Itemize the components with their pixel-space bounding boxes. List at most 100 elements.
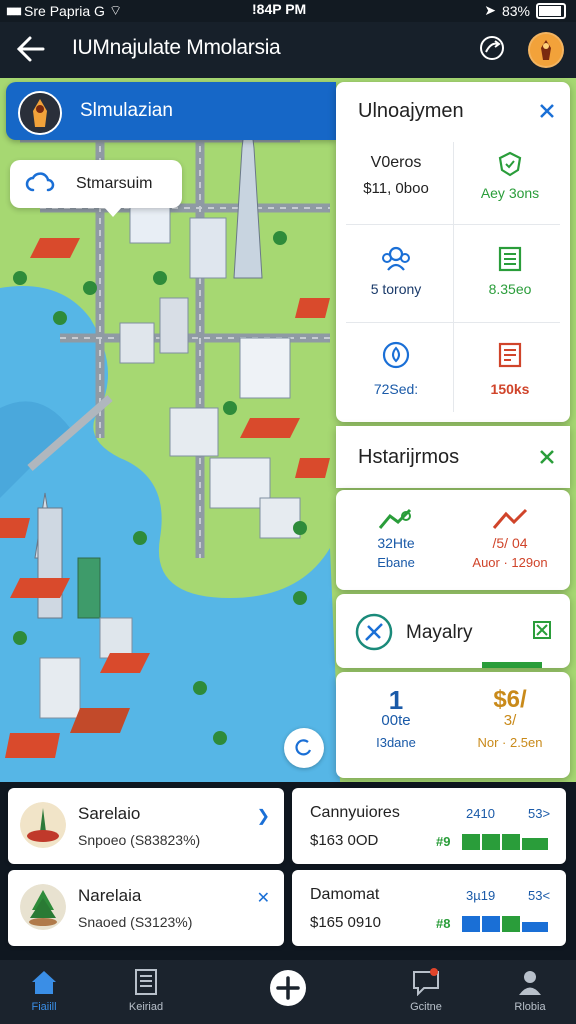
metrics-panel: 1 00te I3dane $6/ 3/ Nor · 2.5en <box>336 672 570 778</box>
callout-tail <box>104 207 122 217</box>
panel-title: Ulnoajymen <box>358 100 464 122</box>
stat-cell[interactable]: V0eros $11, 0boo <box>344 154 448 197</box>
panel-title: Hstarijrmos <box>358 446 460 468</box>
share-icon[interactable] <box>478 34 506 62</box>
card-title: Sarelaio <box>78 804 141 823</box>
district-card[interactable]: Narelaia Snaoed (S3123%) ✕ <box>8 870 284 946</box>
stats-card[interactable]: Cannyuiores $163 0OD 2410 53> #9 <box>292 788 566 864</box>
stat-cell[interactable]: 72Sed: <box>344 340 448 397</box>
profile-icon <box>519 971 541 995</box>
card-subtitle: Snpoeo (S83823%) <box>78 832 201 848</box>
card-stat-c: #8 <box>436 916 451 931</box>
card-subtitle: $165 0910 <box>310 914 381 931</box>
card-stat-b: 53< <box>528 888 551 903</box>
mayalry-panel[interactable]: Mayalry <box>336 594 570 668</box>
district-card[interactable]: Sarelaio Snpoeo (S83823%) ❯ <box>8 788 284 864</box>
stat-label: 150ks <box>490 381 530 397</box>
battery-percent: 83% <box>501 2 530 19</box>
compass-icon <box>355 613 393 651</box>
tree-icon <box>20 884 66 930</box>
water-drop-icon <box>382 341 410 369</box>
building-icon <box>498 246 522 272</box>
banner-title: Slmulazian <box>80 100 173 121</box>
cloud-icon <box>25 172 55 192</box>
history-value: /5/ 04 <box>492 535 528 551</box>
trend-down-icon <box>492 508 528 529</box>
card-stat-a: 3µ19 <box>466 888 496 903</box>
back-arrow-icon[interactable] <box>14 34 46 64</box>
metric-item[interactable]: $6/ 3/ Nor · 2.5en <box>458 686 562 751</box>
stats-card[interactable]: Damomat $165 0910 3µ19 53< #8 <box>292 870 566 946</box>
add-icon <box>276 976 300 1000</box>
stat-label: 5 torony <box>370 281 422 297</box>
status-right: ➤ 83% <box>484 2 566 19</box>
page-title: IUMnajulate Mmolarsia <box>72 36 281 59</box>
card-title: Narelaia <box>78 886 142 905</box>
nav-reports[interactable]: Keiriad <box>106 968 186 1013</box>
document-icon <box>135 969 157 995</box>
avatar[interactable] <box>528 32 564 68</box>
nav-label: Keiriad <box>128 1001 164 1013</box>
stat-value: $11, 0boo <box>363 180 429 197</box>
progress-bar <box>482 662 542 668</box>
stat-cell[interactable]: 5 torony <box>344 244 448 297</box>
district-thumb-icon <box>20 802 66 848</box>
close-icon[interactable] <box>538 102 556 120</box>
report-icon <box>498 342 522 368</box>
bar-graph-icon <box>462 916 548 932</box>
metric-item[interactable]: 1 00te I3dane <box>344 685 448 750</box>
nav-chat[interactable]: Gcitne <box>386 968 466 1013</box>
battery-icon <box>536 2 566 19</box>
stat-cell[interactable]: Aey 3ons <box>458 150 562 201</box>
simulation-banner[interactable]: Slmulazian <box>6 82 336 140</box>
wifi-icon: ⌔ <box>108 2 123 18</box>
stat-cell[interactable]: 150ks <box>458 340 562 397</box>
location-icon: ➤ <box>484 2 496 18</box>
carrier-text: Sre Papria G <box>24 3 105 19</box>
nav-home[interactable]: Fiaiill <box>4 968 84 1013</box>
history-panel: 32Hte Ebane /5/ 04 Auor · 129on <box>336 490 570 590</box>
stat-label: 8.35eo <box>488 281 532 297</box>
bar-graph-icon <box>462 834 548 850</box>
metric-mid: 00te <box>381 712 411 729</box>
app-bar: IUMnajulate Mmolarsia <box>0 22 576 78</box>
signal-icon: ▮▮▮▮ <box>6 5 22 17</box>
management-panel: Ulnoajymen V0eros $11, 0boo Aey 3ons 5 t… <box>336 82 570 422</box>
chevron-right-icon[interactable]: ❯ <box>257 806 270 826</box>
trend-up-icon <box>378 508 412 529</box>
people-icon <box>382 246 410 271</box>
close-icon[interactable] <box>538 448 556 466</box>
nav-label: Gcitne <box>410 1001 442 1013</box>
status-left: ▮▮▮▮ Sre Papria G ⌔ <box>6 2 122 20</box>
stat-cell[interactable]: 8.35eo <box>458 242 562 297</box>
divider <box>453 142 454 412</box>
stat-label: Aey 3ons <box>480 185 540 201</box>
card-stat-c: #9 <box>436 834 451 849</box>
city-logo-icon <box>18 91 62 135</box>
status-bar: ▮▮▮▮ Sre Papria G ⌔ !84P PM ➤ 83% <box>0 0 576 22</box>
metric-big: 1 <box>388 685 404 715</box>
status-time: !84P PM <box>252 1 307 17</box>
locate-button[interactable] <box>284 728 324 768</box>
home-icon <box>32 971 56 994</box>
card-title: Damomat <box>310 886 380 903</box>
history-item[interactable]: /5/ 04 Auor · 129on <box>458 506 562 570</box>
history-header: Hstarijrmos <box>336 426 570 488</box>
metric-mid: 3/ <box>503 712 517 729</box>
history-item[interactable]: 32Hte Ebane <box>344 506 448 570</box>
nav-label: Fiaiill <box>31 1001 57 1013</box>
map-callout[interactable]: Stmarsuim <box>10 160 182 217</box>
chat-icon <box>413 968 439 997</box>
metric-big: $6/ <box>493 686 527 713</box>
add-button[interactable] <box>270 970 306 1006</box>
metric-label: Nor · 2.5en <box>477 735 543 750</box>
refresh-icon <box>295 739 312 756</box>
stat-label: 72Sed: <box>373 381 419 397</box>
nav-label: Rlobia <box>514 1001 546 1013</box>
close-icon[interactable]: ✕ <box>257 888 270 908</box>
nav-profile[interactable]: Rlobia <box>490 968 570 1013</box>
collapse-icon[interactable] <box>532 620 552 640</box>
card-title: Cannyuiores <box>310 804 400 821</box>
panel-title: Mayalry <box>406 622 473 643</box>
stat-label: V0eros <box>370 154 422 171</box>
